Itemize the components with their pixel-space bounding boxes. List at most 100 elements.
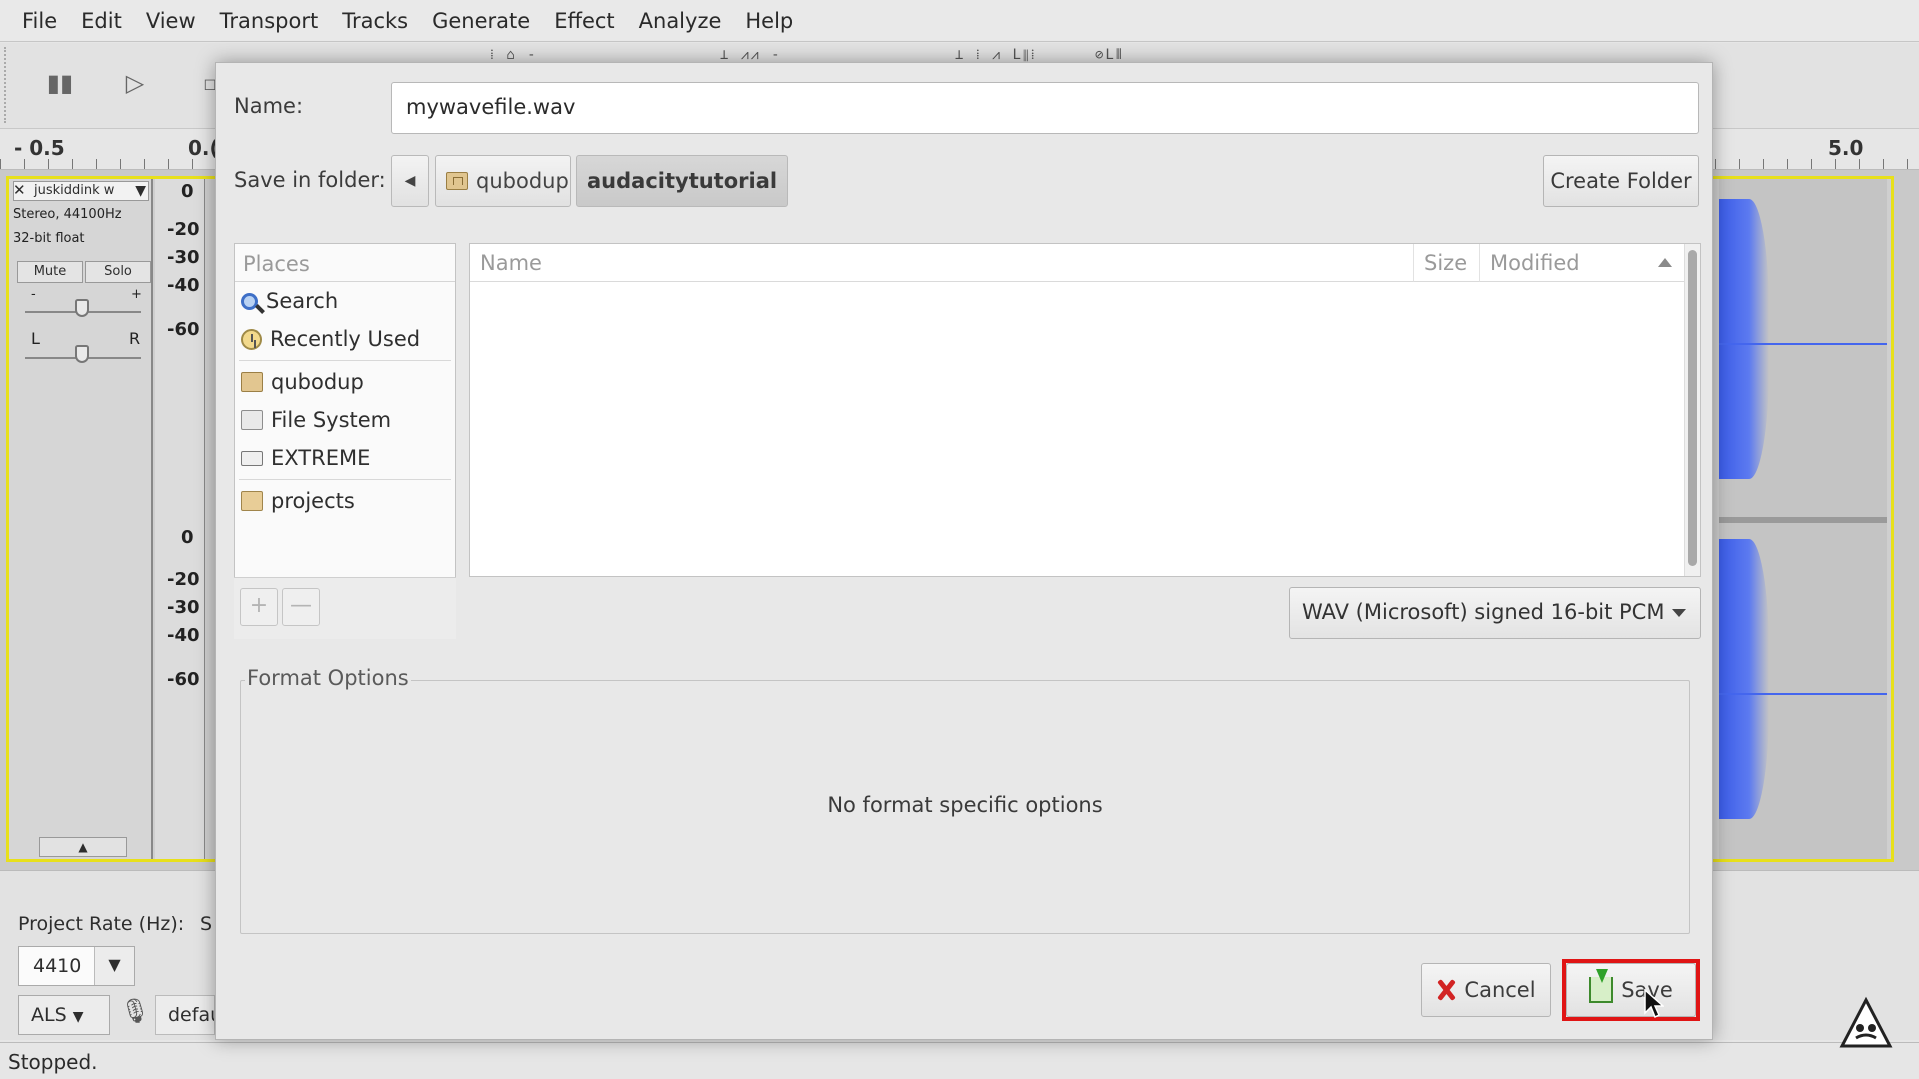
- scrollbar-thumb[interactable]: [1688, 250, 1697, 566]
- breadcrumb-qubodup[interactable]: qubodup: [435, 155, 571, 207]
- filename-input[interactable]: mywavefile.wav: [391, 82, 1699, 134]
- mute-button[interactable]: Mute: [17, 261, 83, 283]
- drive-icon: [241, 450, 263, 466]
- column-header-size[interactable]: Size: [1414, 244, 1480, 282]
- places-divider: [239, 360, 451, 361]
- close-track-icon[interactable]: ✕: [13, 181, 26, 199]
- place-label: qubodup: [271, 370, 364, 394]
- menu-help[interactable]: Help: [733, 9, 805, 33]
- vruler-label: -40: [167, 275, 200, 296]
- vruler-label: -60: [167, 319, 200, 340]
- track-bitdepth: 32-bit float: [13, 231, 85, 246]
- chevron-down-icon[interactable]: ▼: [135, 182, 146, 200]
- menu-edit[interactable]: Edit: [69, 9, 134, 33]
- ruler-ticks-right: [1715, 159, 1919, 169]
- toolbar-grip[interactable]: [4, 47, 12, 123]
- waveform-display[interactable]: [1719, 179, 1887, 859]
- place-projects[interactable]: projects: [235, 482, 455, 520]
- breadcrumb-label: qubodup: [476, 169, 569, 193]
- vruler-label: 0: [181, 527, 194, 548]
- column-header-label: Modified: [1490, 251, 1580, 275]
- place-file-system[interactable]: File System: [235, 401, 455, 439]
- pan-slider[interactable]: [25, 337, 141, 363]
- status-text: Stopped.: [8, 1050, 98, 1074]
- breadcrumb-audacitytutorial[interactable]: audacitytutorial: [576, 155, 789, 207]
- menu-generate[interactable]: Generate: [420, 9, 542, 33]
- gain-slider-thumb[interactable]: [75, 299, 89, 317]
- vertical-ruler: 0 -20 -30 -40 -60 0 -20 -30 -40 -60: [155, 179, 205, 859]
- column-header-modified[interactable]: Modified: [1480, 244, 1684, 282]
- audio-host-select[interactable]: ALS ▼: [18, 995, 110, 1035]
- chevron-down-icon: [1672, 609, 1686, 617]
- place-label: Recently Used: [270, 327, 421, 351]
- vruler-label: 0: [181, 181, 194, 202]
- track-control-panel: juskiddink w ▼ ✕ Stereo, 44100Hz 32-bit …: [9, 179, 153, 859]
- vruler-label: -60: [167, 669, 200, 690]
- menu-effect[interactable]: Effect: [542, 9, 626, 33]
- place-label: EXTREME: [271, 446, 371, 470]
- chevron-down-icon[interactable]: ▼: [94, 947, 134, 985]
- track-name-label: juskiddink w: [34, 183, 115, 198]
- place-search[interactable]: Search: [235, 282, 455, 320]
- file-type-value: WAV (Microsoft) signed 16-bit PCM: [1302, 600, 1665, 624]
- column-header-name[interactable]: Name: [470, 244, 1414, 282]
- create-folder-button[interactable]: Create Folder: [1543, 155, 1699, 207]
- add-bookmark-button[interactable]: +: [240, 588, 278, 626]
- pause-icon[interactable]: ▮▮: [40, 63, 80, 103]
- file-list-scrollbar[interactable]: [1684, 244, 1700, 576]
- place-extreme[interactable]: EXTREME: [235, 439, 455, 477]
- format-options-legend: Format Options: [245, 666, 411, 690]
- places-divider: [239, 479, 451, 480]
- search-icon: [241, 292, 258, 310]
- gain-slider[interactable]: [25, 291, 141, 317]
- waveform-left-channel: [1719, 199, 1769, 479]
- menu-view[interactable]: View: [134, 9, 208, 33]
- vruler-label: -20: [167, 569, 200, 590]
- menu-analyze[interactable]: Analyze: [627, 9, 734, 33]
- channel-separator: [1719, 517, 1887, 523]
- snap-to-label: S: [200, 913, 213, 935]
- menu-file[interactable]: File: [10, 9, 69, 33]
- save-button[interactable]: Save: [1566, 963, 1696, 1017]
- microphone-icon: 🎙: [120, 997, 151, 1025]
- home-folder-icon: [446, 172, 468, 190]
- place-label: projects: [271, 489, 355, 513]
- menu-transport[interactable]: Transport: [208, 9, 331, 33]
- format-options-message: No format specific options: [827, 793, 1103, 817]
- menu-tracks[interactable]: Tracks: [330, 9, 420, 33]
- recording-device-select[interactable]: defau: [155, 995, 215, 1035]
- place-recently-used[interactable]: Recently Used: [235, 320, 455, 358]
- recording-device-value: defau: [168, 1004, 214, 1026]
- save-download-icon: [1589, 969, 1614, 1003]
- ruler-label-end: 5.0: [1828, 136, 1864, 160]
- save-in-folder-label: Save in folder:: [234, 168, 386, 192]
- place-label: Search: [266, 289, 339, 313]
- speaker-meter-icon[interactable]: ⊘L⫴: [1095, 47, 1124, 63]
- name-label: Name:: [234, 94, 304, 118]
- channel-center-line: [1719, 693, 1887, 695]
- sort-ascending-icon: [1658, 258, 1672, 267]
- place-qubodup[interactable]: qubodup: [235, 363, 455, 401]
- status-bar: Stopped.: [0, 1042, 1919, 1079]
- remove-bookmark-button[interactable]: —: [282, 588, 320, 626]
- format-options-group: Format Options No format specific option…: [240, 666, 1690, 934]
- track-format: Stereo, 44100Hz: [13, 207, 122, 222]
- solo-button[interactable]: Solo: [85, 261, 151, 283]
- file-list[interactable]: Name Size Modified: [469, 243, 1701, 577]
- vruler-label: -30: [167, 247, 200, 268]
- app-tray-icon[interactable]: [1838, 996, 1894, 1050]
- mouse-pointer-icon: [1644, 989, 1664, 1019]
- track-name-menu[interactable]: juskiddink w ▼: [13, 181, 149, 201]
- places-header: Places: [235, 244, 455, 282]
- cancel-button[interactable]: Cancel: [1421, 963, 1551, 1017]
- file-type-select[interactable]: WAV (Microsoft) signed 16-bit PCM: [1289, 587, 1701, 639]
- pan-slider-thumb[interactable]: [75, 345, 89, 363]
- ruler-label-start: - 0.5: [14, 136, 65, 160]
- home-folder-icon: [241, 372, 263, 392]
- path-back-button[interactable]: ◀: [391, 155, 429, 207]
- vruler-label: -40: [167, 625, 200, 646]
- project-rate-combo[interactable]: 4410 ▼: [18, 946, 135, 986]
- breadcrumb-label: audacitytutorial: [587, 169, 778, 193]
- play-icon[interactable]: ▷: [115, 63, 155, 103]
- collapse-track-button[interactable]: ▲: [39, 837, 127, 857]
